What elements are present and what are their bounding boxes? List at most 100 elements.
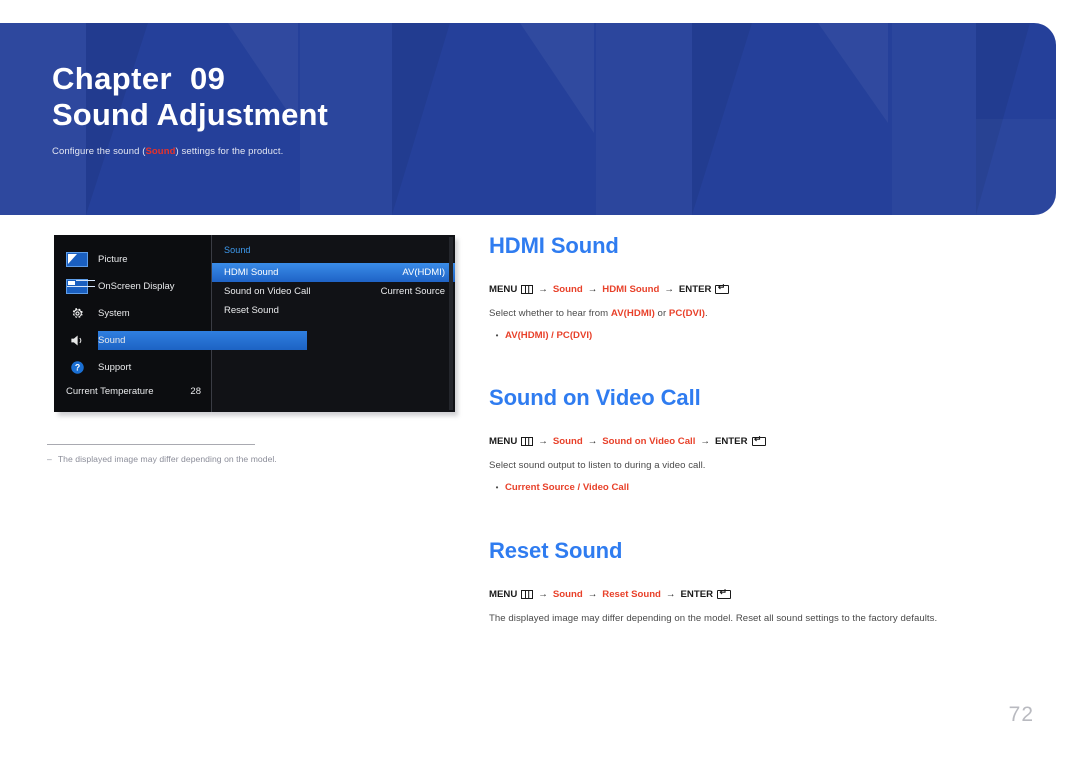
breadcrumb-menu-label: MENU [489, 284, 518, 295]
section-title: Reset Sound [489, 538, 623, 563]
osd-menu-item-system[interactable]: System [54, 300, 211, 327]
breadcrumb-path-1: Sound [552, 436, 583, 447]
footnote-label: The displayed image may differ depending… [57, 454, 277, 464]
bullet-label: Current Source / Video Call [505, 481, 630, 493]
chapter-banner: Chapter 09 Sound Adjustment Configure th… [0, 23, 1056, 215]
breadcrumb-path-2: Reset Sound [602, 589, 661, 600]
picture-icon [66, 252, 88, 267]
breadcrumb: MENU → Sound → Sound on Video Call → ENT… [489, 435, 1029, 447]
body-text-before: The displayed image may differ depending… [489, 612, 938, 624]
enter-key-icon [751, 435, 766, 447]
body-text-after: . [704, 307, 708, 319]
osd-row-label: Sound on Video Call [224, 286, 311, 297]
footnote-body: – The displayed image may differ dependi… [47, 454, 377, 464]
osd-menu-item-label: System [98, 308, 130, 319]
osd-scrollbar[interactable] [449, 237, 453, 410]
breadcrumb-arrow: → [538, 589, 548, 600]
osd-menu-item-label: Sound [98, 335, 126, 346]
figure-footnote: – The displayed image may differ dependi… [47, 444, 377, 464]
footnote-dash: – [47, 454, 52, 464]
menu-grid-icon [521, 285, 534, 295]
osd-menu-item-label: Support [98, 362, 132, 373]
speaker-icon [66, 334, 88, 348]
onscreen-display-icon [66, 279, 88, 294]
section-title: Sound on Video Call [489, 385, 701, 410]
menu-grid-icon [521, 437, 534, 447]
body-text-before: Select sound output to listen to during … [489, 459, 706, 471]
bullet-label: AV(HDMI) / PC(DVI) [505, 329, 593, 341]
breadcrumb-arrow: → [587, 589, 598, 600]
section-hdmi-sound: HDMI Sound MENU → Sound → HDMI Sound → E… [489, 233, 1029, 341]
osd-menu-list: Picture OnScreen Display System Sound ? … [54, 235, 307, 381]
breadcrumb-arrow: → [538, 284, 548, 295]
osd-menu-item-onscreen-display[interactable]: OnScreen Display [54, 273, 211, 300]
menu-grid-icon [521, 590, 534, 600]
breadcrumb-arrow: → [700, 436, 710, 447]
body-text-bold-2: PC(DVI) [668, 307, 705, 319]
breadcrumb-menu-label: MENU [489, 589, 518, 600]
osd-row-sound-on-video-call[interactable]: Sound on Video Call Current Source [212, 282, 455, 301]
chapter-subtitle: Configure the sound (Sound) settings for… [52, 146, 1056, 157]
osd-screenshot-figure: Picture OnScreen Display System Sound ? … [54, 235, 458, 416]
question-mark-icon: ? [66, 361, 88, 375]
enter-key-icon [717, 588, 732, 600]
breadcrumb-path-2: Sound on Video Call [602, 436, 696, 447]
breadcrumb-arrow: → [587, 436, 598, 447]
body-text-mid: or [654, 307, 669, 319]
breadcrumb: MENU → Sound → HDMI Sound → ENTER [489, 283, 1029, 295]
osd-row-reset-sound[interactable]: Reset Sound [212, 301, 455, 320]
osd-menu-item-support[interactable]: ? Support [54, 354, 211, 381]
osd-menu-item-sound[interactable]: Sound [54, 327, 307, 354]
section-bullet: • AV(HDMI) / PC(DVI) [489, 330, 1029, 341]
breadcrumb-arrow: → [587, 284, 598, 295]
body-text-bold-1: AV(HDMI) [610, 307, 655, 319]
osd-selection-highlight [98, 331, 307, 350]
enter-key-icon [715, 283, 730, 295]
osd-left-menu-panel: Picture OnScreen Display System Sound ? … [54, 235, 307, 412]
osd-temperature-label: Current Temperature [66, 386, 154, 397]
gear-icon [66, 307, 88, 321]
breadcrumb-path-1: Sound [552, 589, 583, 600]
section-body: Select sound output to listen to during … [489, 460, 1029, 471]
breadcrumb-enter-label: ENTER [678, 284, 712, 295]
section-sound-on-video-call: Sound on Video Call MENU → Sound → Sound… [489, 385, 1029, 493]
body-text-before: Select whether to hear from [489, 307, 611, 319]
osd-menu-item-picture[interactable]: Picture [54, 246, 211, 273]
page-number: 72 [1008, 703, 1034, 726]
breadcrumb-menu-label: MENU [489, 436, 518, 447]
breadcrumb-path-2: HDMI Sound [602, 284, 660, 295]
osd-row-hdmi-sound[interactable]: HDMI Sound AV(HDMI) [212, 263, 455, 282]
osd-row-value: Current Source [380, 286, 445, 297]
breadcrumb: MENU → Sound → Reset Sound → ENTER [489, 588, 1029, 600]
chapter-title: Sound Adjustment [52, 96, 328, 132]
breadcrumb-enter-label: ENTER [680, 589, 714, 600]
section-body: Select whether to hear from AV(HDMI) or … [489, 308, 1029, 319]
footnote-divider [47, 444, 255, 445]
osd-row-label: Reset Sound [224, 305, 279, 316]
breadcrumb-arrow: → [665, 589, 676, 600]
section-title: HDMI Sound [489, 233, 619, 258]
chapter-label: Chapter 09 [52, 61, 226, 96]
breadcrumb-arrow: → [664, 284, 674, 295]
section-bullet: • Current Source / Video Call [489, 482, 1029, 493]
svg-text:?: ? [74, 363, 79, 373]
subtitle-before: Configure the sound ( [52, 145, 146, 157]
subtitle-highlight: Sound [145, 145, 176, 157]
osd-menu-item-label: Picture [98, 254, 128, 265]
osd-submenu-title: Sound [224, 245, 251, 255]
section-reset-sound: Reset Sound MENU → Sound → Reset Sound →… [489, 538, 1029, 624]
osd-temperature-value: 28 [190, 386, 201, 397]
breadcrumb-path-1: Sound [552, 284, 583, 295]
subtitle-after: ) settings for the product. [175, 145, 284, 157]
osd-row-value: AV(HDMI) [402, 267, 445, 278]
breadcrumb-enter-label: ENTER [714, 436, 748, 447]
osd-right-submenu-panel: Sound HDMI Sound AV(HDMI) Sound on Video… [211, 235, 455, 412]
osd-menu-item-label: OnScreen Display [98, 281, 175, 292]
bullet-dot-icon: • [495, 330, 499, 340]
osd-current-temperature: Current Temperature 28 [54, 381, 211, 397]
osd-submenu-rows: HDMI Sound AV(HDMI) Sound on Video Call … [212, 263, 455, 320]
osd-row-label: HDMI Sound [224, 267, 279, 278]
breadcrumb-arrow: → [538, 436, 548, 447]
bullet-dot-icon: • [495, 482, 499, 492]
section-body: The displayed image may differ depending… [489, 613, 1029, 624]
